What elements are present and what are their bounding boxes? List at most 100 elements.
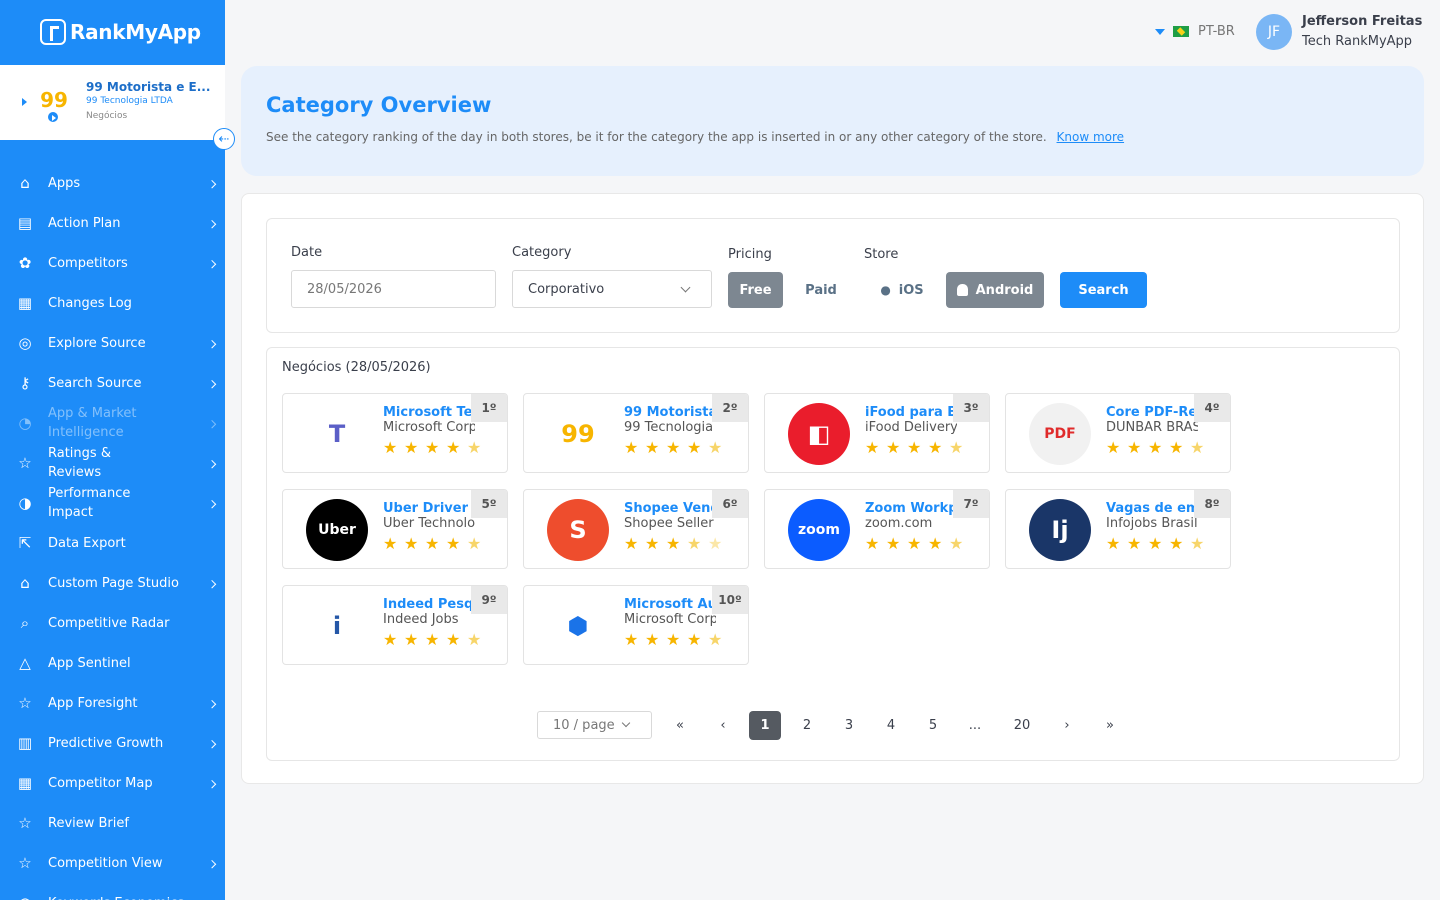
- sidebar-item-explore-source[interactable]: ◎ Explore Source: [0, 323, 225, 363]
- sidebar-item-action-plan[interactable]: ▤ Action Plan: [0, 203, 225, 243]
- app-tile[interactable]: iIndeed Pesquisa de VagasIndeed Jobs9º★★…: [282, 585, 508, 665]
- sidebar-item-label: Changes Log: [48, 295, 132, 311]
- app-name[interactable]: Vagas de emprego: [1106, 501, 1198, 516]
- indeed-icon: i: [306, 595, 368, 657]
- rating-stars: ★ ★ ★ ★ ★: [383, 534, 488, 553]
- star-icon: ★: [383, 438, 398, 457]
- app-name[interactable]: Indeed Pesquisa de Vagas: [383, 597, 475, 612]
- app-developer: Microsoft Corporation: [383, 420, 475, 435]
- chevron-right-icon: [207, 179, 217, 189]
- page-button[interactable]: 3: [833, 711, 865, 740]
- sidebar-item-apps[interactable]: ⌂ Apps: [0, 163, 225, 203]
- page-button[interactable]: 5: [917, 711, 949, 740]
- chevron-down-icon: [621, 718, 631, 728]
- sidebar-item-app-sentinel[interactable]: △ App Sentinel: [0, 643, 225, 683]
- sidebar-item-search-source[interactable]: ⚷ Search Source: [0, 363, 225, 403]
- sidebar-item-app-market-intelligence[interactable]: ◔ App & Market Intelligence: [0, 403, 225, 443]
- sidebar-item-label: Performance Impact: [48, 486, 131, 520]
- pricing-paid-button[interactable]: Paid: [797, 272, 845, 308]
- selected-app-card[interactable]: 99 99 Motorista e E... 99 Tecnologia LTD…: [0, 65, 225, 140]
- app-tile[interactable]: ◧ iFood para EntregadoresiFood Delivery3º…: [764, 393, 990, 473]
- sidebar-item-label: Data Export: [48, 535, 126, 551]
- app-tile[interactable]: ⬢ Microsoft AuthenticatorMicrosoft Corpor…: [523, 585, 749, 665]
- sidebar-item-label: Apps: [48, 175, 81, 191]
- sidebar-item-label: Search Source: [48, 375, 142, 391]
- android-icon: [956, 284, 968, 296]
- coin-icon: ◍: [16, 894, 34, 900]
- star-icon: ★: [666, 438, 681, 457]
- star-icon: ★: [446, 630, 461, 649]
- category-select[interactable]: Corporativo: [512, 270, 712, 308]
- app-name[interactable]: iFood para Entregadores: [865, 405, 957, 420]
- pricing-free-button[interactable]: Free: [728, 272, 783, 308]
- rating-stars: ★ ★ ★ ★ ★: [624, 632, 729, 648]
- star-icon: ★: [404, 534, 419, 553]
- store-icon: ⌂: [20, 574, 30, 592]
- app-tile[interactable]: Ij Vagas de empregoInfojobs Brasil8º ★ ★ ★ ★ ★: [1005, 489, 1231, 569]
- sidebar-item-ratings-reviews[interactable]: ☆ Ratings & Reviews: [0, 443, 225, 483]
- page-button[interactable]: 20: [1006, 711, 1038, 740]
- brand-logo[interactable]: RankMyApp: [0, 0, 225, 64]
- page-button[interactable]: 4: [875, 711, 907, 740]
- page-header: Category Overview See the category ranki…: [241, 66, 1424, 176]
- app-tile[interactable]: zoom Zoom Workplacezoom.com 7º ★ ★ ★ ★ ★: [764, 489, 990, 569]
- sidebar-item-competitive-radar[interactable]: ⌕ Competitive Radar: [0, 603, 225, 643]
- app-tile[interactable]: 99 99 Motorista99 Tecnologia LTDA2º ★ ★ ★ ★ ★: [523, 393, 749, 473]
- sidebar-item-performance-impact[interactable]: ◑ Performance Impact: [0, 483, 225, 523]
- app-tile[interactable]: T Microsoft TeamsMicrosoft Corporation1º ★…: [282, 393, 508, 473]
- page-ellipsis: ...: [968, 718, 982, 733]
- store-android-button[interactable]: Android: [946, 272, 1044, 308]
- star-icon: ★: [425, 630, 440, 649]
- caret-right-icon[interactable]: [22, 98, 27, 106]
- star-icon: ★: [645, 534, 660, 553]
- first-page-button[interactable]: «: [664, 711, 696, 740]
- sidebar-item-changes-log[interactable]: ▦ Changes Log: [0, 283, 225, 323]
- app-tile[interactable]: Uber Uber Driver - para motoristasUber Te…: [282, 489, 508, 569]
- sidebar-item-label: App & Market Intelligence: [48, 406, 137, 440]
- sidebar-item-keywords-economics[interactable]: ◍ Keywords Economics: [0, 883, 225, 900]
- prev-page-button[interactable]: ‹: [707, 711, 739, 740]
- app-name[interactable]: Microsoft Authenticator: [624, 597, 716, 612]
- sidebar-item-app-foresight[interactable]: ☆ App Foresight: [0, 683, 225, 723]
- collapse-sidebar-button[interactable]: ⇠: [213, 128, 235, 150]
- next-page-button[interactable]: ›: [1051, 711, 1083, 740]
- sidebar-item-competition-view[interactable]: ☆ Competition View: [0, 843, 225, 883]
- page-size-select[interactable]: 10 / page: [537, 711, 652, 739]
- app-name[interactable]: Zoom Workplace: [865, 501, 957, 516]
- app-tile[interactable]: PDF Core PDF-ReaderDUNBAR BRASIL4º ★ ★ ★ ★ ★: [1005, 393, 1231, 473]
- user-name[interactable]: Jefferson Freitas: [1302, 14, 1422, 29]
- sidebar-item-review-brief[interactable]: ☆ Review Brief: [0, 803, 225, 843]
- app-name[interactable]: Microsoft Teams: [383, 405, 475, 420]
- language-selector[interactable]: PT-BR: [1155, 24, 1235, 39]
- app-developer: 99 Tecnologia LTDA: [624, 420, 716, 435]
- home-icon: ⌂: [20, 174, 30, 192]
- app-name[interactable]: 99 Motorista: [624, 405, 716, 420]
- play-store-icon: [47, 111, 59, 123]
- sidebar-item-data-export[interactable]: ⇱ Data Export: [0, 523, 225, 563]
- pdf-icon: PDF: [1029, 403, 1091, 465]
- page-button[interactable]: 1: [749, 711, 781, 740]
- star-icon: ★: [425, 438, 440, 457]
- sidebar-item-competitors[interactable]: ✿ Competitors: [0, 243, 225, 283]
- avatar[interactable]: JF: [1256, 14, 1292, 50]
- sidebar-item-label: Review Brief: [48, 815, 129, 831]
- sidebar-item-competitor-map[interactable]: ▦ Competitor Map: [0, 763, 225, 803]
- sidebar-item-label: Competition View: [48, 855, 163, 871]
- app-name[interactable]: Core PDF-Reader: [1106, 405, 1198, 420]
- app-tile[interactable]: S Shopee VendedorShopee Seller6º ★ ★ ★ ★ ★: [523, 489, 749, 569]
- last-page-button[interactable]: »: [1094, 711, 1126, 740]
- competitors-icon: ✿: [18, 254, 32, 272]
- store-ios-button[interactable]: ● iOS: [867, 272, 937, 308]
- app-name[interactable]: Shopee Vendedor: [624, 501, 716, 516]
- sidebar-item-predictive-growth[interactable]: ▥ Predictive Growth: [0, 723, 225, 763]
- date-input[interactable]: 28/05/2026: [291, 270, 496, 308]
- app-developer: iFood Delivery: [865, 420, 957, 435]
- know-more-link[interactable]: Know more: [1057, 130, 1125, 144]
- page-button[interactable]: 2: [791, 711, 823, 740]
- sidebar-item-custom-page-studio[interactable]: ⌂ Custom Page Studio: [0, 563, 225, 603]
- star-icon: ★: [949, 438, 964, 457]
- rating-stars: ★ ★ ★ ★ ★: [865, 438, 970, 457]
- selected-app-company: 99 Tecnologia LTDA: [86, 96, 173, 106]
- search-button[interactable]: Search: [1060, 272, 1147, 308]
- app-name[interactable]: Uber Driver - para motoristas: [383, 501, 475, 516]
